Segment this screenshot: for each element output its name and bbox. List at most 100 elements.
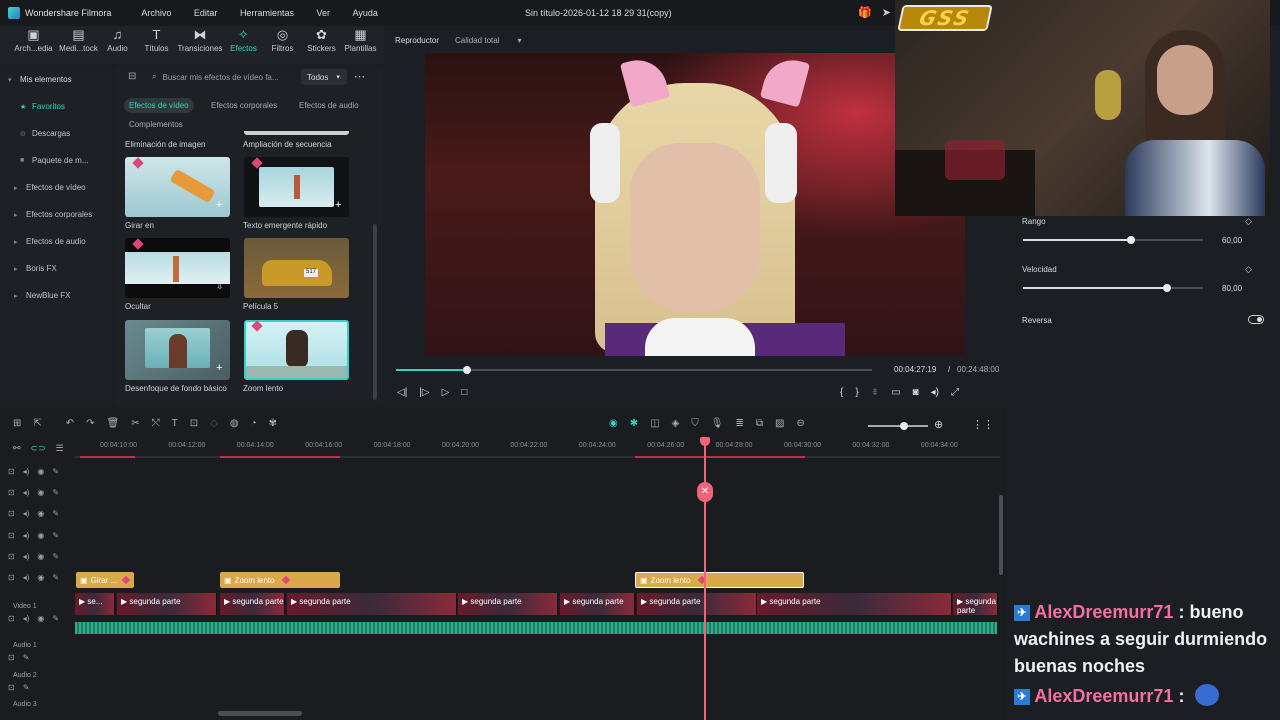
tool-archivo-media[interactable]: ▣ Arch...edia (14, 26, 53, 64)
rango-slider[interactable] (1023, 236, 1203, 244)
search-input[interactable]: ⌕ Buscar mis efectos de vídeo fa... (146, 69, 296, 85)
effect-card-desenfoque[interactable] (125, 320, 230, 380)
zoom-out-icon[interactable]: ⊖ (796, 418, 804, 429)
tool-media-stock[interactable]: ▤ Medi...tock (59, 26, 98, 64)
tool-filtros[interactable]: ◎ Filtros (263, 26, 302, 64)
eye-icon[interactable]: ◉ (37, 573, 44, 582)
redo-icon[interactable]: ↷ (86, 418, 94, 429)
split-icon[interactable]: ⤲ (152, 418, 160, 429)
video-clip[interactable]: ▶ segunda parte (458, 593, 558, 615)
video-clip[interactable]: ▶ segunda parte (287, 593, 457, 615)
velocidad-value[interactable]: 80,00 (1222, 284, 1242, 293)
video-clip[interactable]: ▶ segunda parte (560, 593, 635, 615)
menu-herramientas[interactable]: Herramientas (240, 8, 294, 18)
pencil-icon[interactable]: ✎ (52, 552, 59, 561)
tool-titulos[interactable]: T Títulos (137, 26, 176, 64)
velocidad-slider[interactable] (1023, 284, 1203, 292)
volume-icon[interactable]: ◂) (23, 552, 30, 561)
snap-icon[interactable]: ⊂⊃ (31, 443, 46, 454)
keyframe-diamond-icon[interactable]: ◇ (1245, 264, 1252, 275)
video-clip[interactable]: ▶ segunda parte (117, 593, 217, 615)
track-settings-icon[interactable]: ☰ (56, 443, 64, 454)
volume-icon[interactable]: ◂) (23, 509, 30, 518)
reversa-toggle[interactable] (1248, 315, 1264, 324)
gift-icon[interactable]: 🎁 (858, 6, 872, 19)
menu-editar[interactable]: Editar (194, 8, 218, 18)
tab-efectos-video[interactable]: Efectos de vídeo (124, 98, 194, 113)
velocidad-slider-knob[interactable] (1163, 284, 1171, 292)
volume-icon[interactable]: ◂) (23, 488, 30, 497)
lock-icon[interactable]: ⊡ (8, 531, 15, 540)
eye-icon[interactable]: ◉ (37, 509, 44, 518)
sidebar-item-efectos-corporales[interactable]: ▸ Efectos corporales (0, 201, 113, 228)
rango-value[interactable]: 60,00 (1222, 236, 1242, 245)
tab-efectos-audio[interactable]: Efectos de audio (299, 101, 359, 110)
timeline-hscrollbar[interactable] (218, 711, 302, 716)
quality-dropdown[interactable]: Calidad total ▾ (455, 36, 522, 45)
eye-icon[interactable]: ◉ (37, 467, 44, 476)
playback-progress[interactable] (396, 366, 872, 374)
lock-icon[interactable]: ⊡ (8, 467, 15, 476)
eye-icon[interactable]: ◉ (37, 531, 44, 540)
mark-out-icon[interactable]: } (855, 387, 858, 398)
pencil-icon[interactable]: ✎ (52, 467, 59, 476)
export-frame-icon[interactable]: ⇟ (871, 387, 879, 398)
sidebar-item-favoritos[interactable]: ★ Favoritos (0, 93, 113, 120)
undo-icon[interactable]: ↶ (66, 418, 74, 429)
sidebar-item-mis-elementos[interactable]: ▾ Mis elementos (0, 66, 113, 93)
text-tool-icon[interactable]: T (172, 418, 178, 429)
lock-icon[interactable]: ⊡ (8, 614, 15, 623)
speed-icon[interactable]: ◔ (251, 418, 257, 429)
tab-efectos-corporales[interactable]: Efectos corporales (211, 101, 277, 110)
step-back-icon[interactable]: ◁| (397, 387, 407, 398)
video-clip[interactable]: ▶ segunda parte (953, 593, 998, 615)
tool-audio[interactable]: ♫ Audio (98, 26, 137, 64)
effect-card-texto-emergente[interactable] (244, 157, 349, 217)
sidebar-item-boris-fx[interactable]: ▸ Boris FX (0, 255, 113, 282)
lock-icon[interactable]: ⊡ (8, 488, 15, 497)
video-clip[interactable]: ▶ segunda parte (637, 593, 757, 615)
eye-icon[interactable]: ◉ (37, 552, 44, 561)
effect-card-girar[interactable] (125, 157, 230, 217)
add-icon[interactable]: + (335, 199, 341, 211)
timeline-ruler[interactable]: 00:04:10:00 00:04:12:00 00:04:14:00 00:04:1… (75, 438, 1000, 458)
volume-icon[interactable]: ◂) (931, 387, 939, 398)
display-icon[interactable]: ▭ (891, 387, 900, 398)
add-icon[interactable]: + (216, 199, 222, 211)
mark-in-icon[interactable]: { (840, 387, 843, 398)
effect-clip-zoom-lento[interactable]: ▣ Zoom lento (220, 572, 340, 588)
pip-icon[interactable]: ⧉ (756, 418, 763, 429)
effect-clip-girar[interactable]: ▣ Girar ... (76, 572, 134, 588)
menu-ayuda[interactable]: Ayuda (353, 8, 378, 18)
grid-view-icon[interactable]: ⋮⋮ (972, 418, 994, 431)
lock-icon[interactable]: ⊡ (8, 653, 15, 662)
effect-card-pelicula-5[interactable]: 517 (244, 238, 349, 298)
ai-icon[interactable]: ✱ (630, 418, 638, 429)
playhead[interactable] (704, 438, 706, 720)
sidebar-item-efectos-video[interactable]: ▸ Efectos de vídeo (0, 174, 113, 201)
select-tool-icon[interactable]: ⇱ (33, 418, 41, 429)
keyframe-diamond-icon[interactable]: ◇ (1245, 216, 1252, 227)
marker-icon[interactable]: ◈ (672, 418, 680, 429)
volume-icon[interactable]: ◂) (23, 614, 30, 623)
mask-icon[interactable]: ◇ (210, 418, 218, 429)
effects-tool-icon[interactable]: ◍ (230, 418, 239, 429)
render-icon[interactable]: ◉ (609, 418, 618, 429)
pencil-icon[interactable]: ✎ (52, 531, 59, 540)
play-frame-icon[interactable]: |▷ (419, 387, 429, 398)
effect-card-zoom-lento[interactable] (244, 320, 349, 380)
send-icon[interactable]: ➤ (882, 6, 891, 19)
filter-dropdown[interactable]: Todos ▾ (301, 69, 347, 85)
add-icon[interactable]: + (216, 362, 222, 374)
sticker-tool-icon[interactable]: ▨ (775, 418, 784, 429)
effect-clip-zoom-lento-selected[interactable]: ▣ Zoom lento (635, 572, 804, 588)
lock-icon[interactable]: ⊡ (8, 552, 15, 561)
crop-icon[interactable]: ⊡ (190, 418, 198, 429)
sidebar-item-descargas[interactable]: ⊙ Descargas (0, 120, 113, 147)
snapshot-icon[interactable]: ◙ (913, 387, 919, 398)
list-icon[interactable]: ≣ (735, 418, 743, 429)
sidebar-item-newblue-fx[interactable]: ▸ NewBlue FX (0, 282, 113, 309)
lock-icon[interactable]: ⊡ (8, 683, 15, 692)
pencil-icon[interactable]: ✎ (23, 683, 30, 692)
pencil-icon[interactable]: ✎ (52, 614, 59, 623)
